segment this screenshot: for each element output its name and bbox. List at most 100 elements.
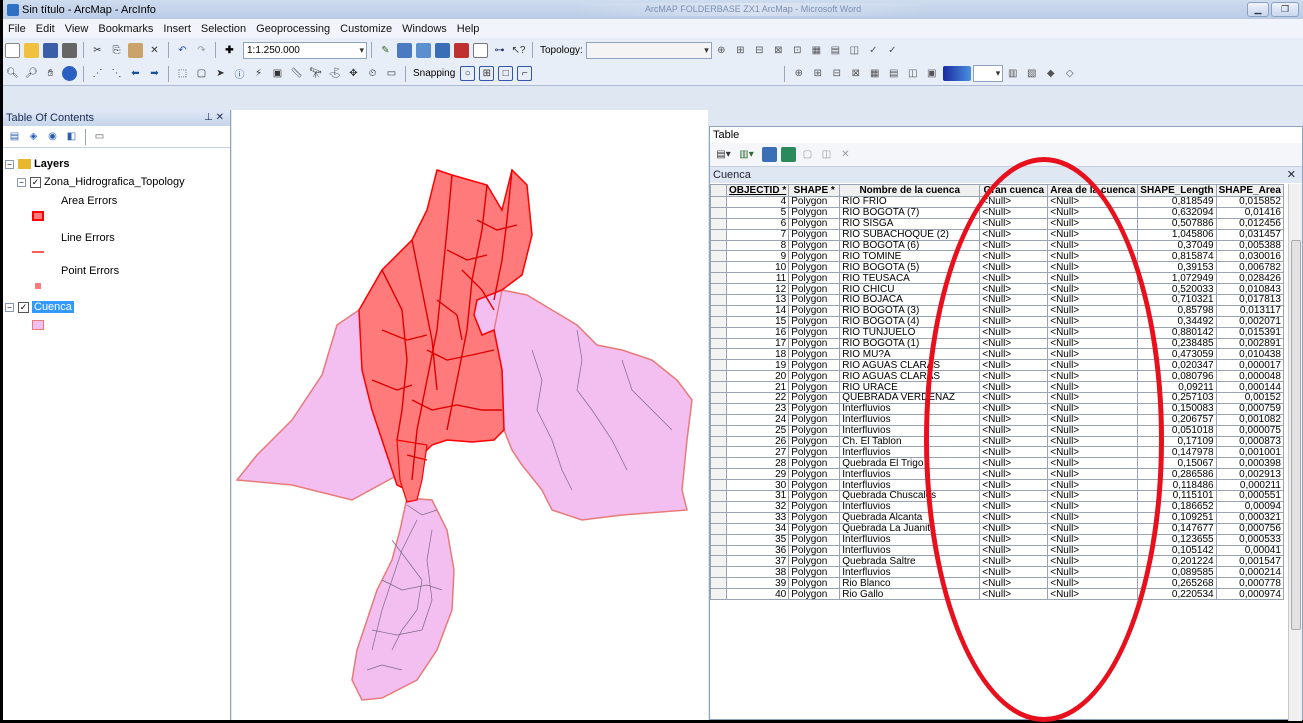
table-cell[interactable]: QUEBRADA VERDENAZ: [839, 392, 981, 404]
table-row[interactable]: 12 Polygon RIO CHICU <Null> <Null> 0,520033 0,…: [710, 283, 1284, 296]
fixed-zoom-out-icon[interactable]: ⋱: [109, 66, 124, 81]
table-cell[interactable]: 0,257103: [1137, 392, 1217, 404]
identify-icon[interactable]: ⓘ: [232, 66, 247, 81]
snapping-label[interactable]: Snapping: [413, 68, 455, 79]
table-cell[interactable]: Polygon: [788, 566, 841, 579]
select-by-attributes-icon[interactable]: [762, 147, 777, 162]
table-cell[interactable]: 0,028426: [1215, 272, 1284, 285]
row-selector[interactable]: [710, 359, 727, 372]
table-cell[interactable]: <Null>: [1047, 446, 1139, 459]
vertex-snapping-icon[interactable]: □: [498, 66, 514, 81]
table-row[interactable]: 21 Polygon RIO URACE <Null> <Null> 0,09211 0,0…: [710, 381, 1284, 394]
table-cell[interactable]: Polygon: [788, 283, 841, 296]
table-cell[interactable]: 0,010438: [1215, 348, 1284, 361]
row-selector[interactable]: [710, 326, 727, 339]
table-cell[interactable]: <Null>: [979, 315, 1049, 328]
table-row[interactable]: 6 Polygon RIO SISGA <Null> <Null> 0,507886 0,0…: [710, 217, 1284, 230]
list-by-source-icon[interactable]: ◈: [26, 129, 41, 144]
table-cell[interactable]: Polygon: [788, 577, 841, 590]
topology-layer-item[interactable]: − ✓ Zona_Hidrografica_Topology: [17, 176, 185, 188]
table-cell[interactable]: <Null>: [979, 217, 1049, 230]
table-cell[interactable]: 25: [725, 424, 790, 437]
table-cell[interactable]: Rio Gallo: [839, 588, 981, 600]
whats-this-icon[interactable]: ↖?: [511, 43, 526, 58]
table-cell[interactable]: 24: [725, 413, 790, 426]
table-cell[interactable]: 17: [725, 337, 790, 350]
create-viewer-icon[interactable]: ▭: [384, 66, 399, 81]
table-cell[interactable]: <Null>: [979, 555, 1049, 568]
table-cell[interactable]: RIO SUBACHOQUE (2): [839, 228, 981, 241]
row-selector[interactable]: [710, 348, 727, 361]
delete-selected-icon[interactable]: ✕: [838, 147, 853, 162]
table-cell[interactable]: <Null>: [1047, 196, 1139, 208]
table-cell[interactable]: 22: [725, 392, 790, 404]
table-cell[interactable]: Polygon: [788, 304, 841, 317]
table-cell[interactable]: Polygon: [788, 446, 841, 459]
table-cell[interactable]: 0,000075: [1215, 424, 1284, 437]
table-cell[interactable]: 0,00041: [1215, 544, 1284, 557]
table-cell[interactable]: Polygon: [788, 315, 841, 328]
table-cell[interactable]: RIO URACE: [839, 381, 981, 394]
table-cell[interactable]: 16: [725, 326, 790, 339]
table-cell[interactable]: RIO FRIO: [839, 196, 981, 208]
table-cell[interactable]: <Null>: [1047, 272, 1139, 285]
collapse-icon[interactable]: −: [17, 177, 26, 187]
html-popup-icon[interactable]: ▣: [270, 66, 285, 81]
python-icon[interactable]: [473, 42, 488, 58]
table-row[interactable]: 19 Polygon RIO AGUAS CLARAS <Null> <Null> 0,0…: [710, 359, 1284, 372]
table-cell[interactable]: Polygon: [788, 392, 841, 404]
options-icon[interactable]: ▭: [92, 129, 107, 144]
print-icon[interactable]: [62, 42, 77, 58]
column-header[interactable]: SHAPE_Length: [1137, 184, 1217, 197]
table-cell[interactable]: 0,286586: [1137, 468, 1217, 481]
column-header[interactable]: OBJECTID *: [725, 184, 790, 197]
table-vertical-scrollbar[interactable]: [1288, 184, 1302, 721]
table-row[interactable]: 5 Polygon RIO BOGOTA (7) <Null> <Null> 0,6320…: [710, 206, 1284, 219]
table-cell[interactable]: 0,017813: [1215, 294, 1284, 306]
table-cell[interactable]: <Null>: [1047, 250, 1139, 263]
table-cell[interactable]: 0,000759: [1215, 402, 1284, 415]
table-cell[interactable]: 0,710321: [1137, 294, 1217, 306]
table-cell[interactable]: 4: [725, 196, 790, 208]
row-selector[interactable]: [710, 304, 727, 317]
row-selector[interactable]: [710, 446, 727, 459]
row-selector[interactable]: [710, 217, 727, 230]
table-row[interactable]: 15 Polygon RIO BOGOTA (4) <Null> <Null> 0,344…: [710, 315, 1284, 328]
row-selector[interactable]: [710, 424, 727, 437]
table-cell[interactable]: 0,000321: [1215, 511, 1284, 524]
table-cell[interactable]: 0,001082: [1215, 413, 1284, 426]
table-cell[interactable]: Interfluvios: [839, 446, 981, 459]
table-row[interactable]: 25 Polygon Interfluvios <Null> <Null> 0,05101…: [710, 424, 1284, 437]
table-cell[interactable]: <Null>: [979, 196, 1049, 208]
shared-features-icon[interactable]: ▦: [809, 43, 824, 58]
table-cell[interactable]: 0,206757: [1137, 413, 1217, 426]
clear-table-selection-icon[interactable]: ▢: [800, 147, 815, 162]
column-header[interactable]: Area de la cuenca: [1047, 184, 1139, 197]
table-row[interactable]: 8 Polygon RIO BOGOTA (6) <Null> <Null> 0,3704…: [710, 239, 1284, 252]
row-selector[interactable]: [710, 272, 727, 285]
table-cell[interactable]: 11: [725, 272, 790, 285]
cuenca-table-tab[interactable]: Cuenca ✕: [710, 167, 1302, 183]
row-selector[interactable]: [710, 468, 727, 481]
table-cell[interactable]: <Null>: [1047, 261, 1139, 274]
table-row[interactable]: 27 Polygon Interfluvios <Null> <Null> 0,14797…: [710, 446, 1284, 459]
table-cell[interactable]: 0,265268: [1137, 577, 1217, 590]
add-data-icon[interactable]: ✚: [222, 43, 237, 58]
table-cell[interactable]: 0,012456: [1215, 217, 1284, 230]
collapse-icon[interactable]: −: [5, 159, 14, 169]
table-cell[interactable]: <Null>: [1047, 294, 1139, 306]
table-window-icon[interactable]: [397, 42, 412, 58]
table-cell[interactable]: <Null>: [1047, 413, 1139, 426]
table-cell[interactable]: 0,030016: [1215, 250, 1284, 263]
table-cell[interactable]: Quebrada Saltre: [839, 555, 981, 568]
table-cell[interactable]: 15: [725, 315, 790, 328]
undo-icon[interactable]: ↶: [175, 43, 190, 58]
table-cell[interactable]: 21: [725, 381, 790, 394]
table-cell[interactable]: <Null>: [979, 413, 1049, 426]
minimize-button[interactable]: ▁: [1247, 2, 1269, 17]
table-row[interactable]: 39 Polygon Rio Blanco <Null> <Null> 0,265268 0…: [710, 577, 1284, 590]
table-cell[interactable]: 0,000756: [1215, 522, 1284, 535]
catalog-icon[interactable]: [416, 42, 431, 58]
table-cell[interactable]: Polygon: [788, 544, 841, 557]
fixed-zoom-in-icon[interactable]: ⋰: [90, 66, 105, 81]
